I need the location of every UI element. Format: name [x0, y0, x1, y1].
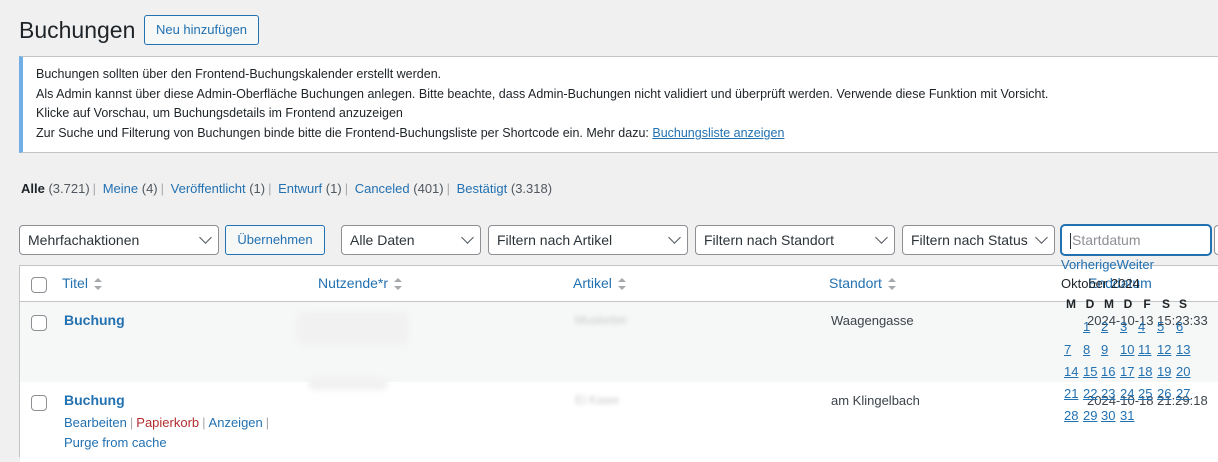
view-link[interactable]: Anzeigen — [209, 415, 263, 430]
datepicker-day[interactable]: 16 — [1101, 364, 1115, 379]
sort-location[interactable]: Standort — [829, 274, 896, 292]
add-new-button[interactable]: Neu hinzufügen — [144, 15, 259, 45]
sort-icon — [887, 278, 896, 291]
datepicker-prev[interactable]: Vorherige — [1061, 257, 1117, 272]
info-notice: Buchungen sollten über den Frontend-Buch… — [19, 56, 1218, 153]
edit-link[interactable]: Bearbeiten — [64, 415, 127, 430]
weekday-header: M — [1066, 297, 1076, 311]
datepicker-month: Oktober 2024 — [1061, 276, 1140, 291]
view-confirmed[interactable]: Bestätigt — [457, 181, 508, 196]
row-location: am Klingelbach — [831, 393, 920, 408]
datepicker-day[interactable]: 29 — [1083, 408, 1097, 423]
notice-line-1: Buchungen sollten über den Frontend-Buch… — [36, 67, 442, 81]
datepicker-day[interactable]: 9 — [1101, 342, 1108, 357]
chevron-down-icon — [668, 231, 681, 244]
weekday-header: S — [1178, 297, 1187, 311]
sort-item[interactable]: Artikel — [573, 274, 626, 292]
datepicker-day[interactable]: 24 — [1120, 386, 1134, 401]
datepicker-next[interactable]: Weiter — [1117, 257, 1154, 272]
sort-icon — [93, 278, 102, 291]
row-location: Waagengasse — [831, 313, 914, 328]
bookings-table: Titel Nutzende*r Artikel Standort Enddat… — [19, 265, 1218, 462]
row-checkbox[interactable] — [31, 395, 47, 411]
chevron-down-icon — [199, 231, 212, 244]
datepicker-day[interactable]: 20 — [1176, 364, 1190, 379]
datepicker-day[interactable]: 19 — [1157, 364, 1171, 379]
datepicker-day[interactable]: 21 — [1064, 386, 1078, 401]
notice-line-3: Klicke auf Vorschau, um Buchungsdetails … — [36, 106, 403, 120]
redacted-user — [308, 378, 388, 390]
datepicker-day[interactable]: 10 — [1120, 342, 1134, 357]
view-draft[interactable]: Entwurf — [278, 181, 322, 196]
datepicker-day[interactable]: 1 — [1083, 319, 1090, 334]
datepicker-day[interactable]: 13 — [1176, 342, 1190, 357]
sort-title[interactable]: Titel — [62, 274, 102, 292]
datepicker-day[interactable]: 14 — [1064, 364, 1078, 379]
notice-line-4: Zur Suche und Filterung von Buchungen bi… — [36, 126, 785, 140]
item-filter-select[interactable]: Filtern nach Artikel — [488, 225, 688, 255]
table-row: Buchung El Kawe am Klingelbach 2024-10-1… — [20, 378, 1218, 462]
view-filters: Alle (3.721) | Meine (4) | Veröffentlicht … — [21, 181, 553, 196]
datepicker-day[interactable]: 23 — [1101, 386, 1115, 401]
datepicker-nav: VorherigeWeiter — [1061, 257, 1154, 272]
datepicker-day[interactable]: 22 — [1083, 386, 1097, 401]
view-canceled[interactable]: Canceled — [355, 181, 410, 196]
start-date-input[interactable]: Startdatum — [1061, 225, 1211, 255]
datepicker-day[interactable]: 15 — [1083, 364, 1097, 379]
redacted-user — [298, 312, 408, 346]
page-title: Buchungen — [19, 17, 136, 43]
weekday-header: D — [1085, 297, 1095, 311]
table-header: Titel Nutzende*r Artikel Standort Enddat… — [20, 266, 1218, 302]
datepicker-day[interactable]: 11 — [1138, 342, 1152, 357]
bulk-actions-select[interactable]: Mehrfachaktionen — [19, 225, 219, 255]
row-title-link[interactable]: Buchung — [64, 312, 125, 328]
location-filter-select[interactable]: Filtern nach Standort — [695, 225, 895, 255]
sort-icon — [394, 278, 403, 291]
datepicker-day[interactable]: 17 — [1120, 364, 1134, 379]
sort-user[interactable]: Nutzende*r — [318, 274, 403, 292]
datepicker-day[interactable]: 26 — [1157, 386, 1171, 401]
select-all-checkbox[interactable] — [31, 277, 47, 293]
notice-line-2: Als Admin kannst über diese Admin-Oberfl… — [36, 87, 1049, 101]
chevron-down-icon — [461, 231, 474, 244]
row-title-link[interactable]: Buchung — [64, 392, 125, 408]
row-checkbox[interactable] — [31, 315, 47, 331]
datepicker-day[interactable]: 12 — [1157, 342, 1171, 357]
datepicker-day[interactable]: 4 — [1138, 319, 1145, 334]
weekday-header: S — [1161, 297, 1170, 311]
row-item: El Kawe — [575, 393, 620, 407]
sort-icon — [617, 278, 626, 291]
booking-list-link[interactable]: Buchungsliste anzeigen — [652, 126, 784, 140]
view-mine[interactable]: Meine — [103, 181, 138, 196]
trash-link[interactable]: Papierkorb — [136, 415, 199, 430]
purge-cache-link[interactable]: Purge from cache — [64, 433, 167, 453]
view-all[interactable]: Alle — [21, 181, 45, 196]
datepicker-day[interactable]: 18 — [1138, 364, 1152, 379]
datepicker-day[interactable]: 3 — [1120, 319, 1127, 334]
datepicker-day[interactable]: 8 — [1083, 342, 1090, 357]
table-row: Buchung Musketier Waagengasse 2024-10-13… — [20, 302, 1218, 382]
weekday-header: M — [1104, 297, 1114, 311]
end-date-input[interactable] — [1214, 225, 1218, 255]
datepicker-day[interactable]: 28 — [1064, 408, 1078, 423]
datepicker-day[interactable]: 6 — [1176, 319, 1183, 334]
apply-button[interactable]: Übernehmen — [225, 225, 325, 255]
datepicker-day[interactable]: 25 — [1138, 386, 1152, 401]
datepicker-day[interactable]: 27 — [1176, 386, 1190, 401]
datepicker-day[interactable]: 31 — [1120, 408, 1134, 423]
datepicker-day[interactable]: 2 — [1101, 319, 1108, 334]
row-actions: Bearbeiten | Papierkorb | Anzeigen | — [64, 415, 270, 430]
view-published[interactable]: Veröffentlicht — [171, 181, 246, 196]
chevron-down-icon — [1035, 231, 1048, 244]
datepicker-day[interactable]: 7 — [1064, 342, 1071, 357]
datepicker-day[interactable]: 30 — [1101, 408, 1115, 423]
weekday-header: F — [1143, 297, 1151, 311]
weekday-header: D — [1123, 297, 1133, 311]
date-filter-select[interactable]: Alle Daten — [341, 225, 481, 255]
row-item: Musketier — [575, 313, 628, 327]
chevron-down-icon — [875, 231, 888, 244]
status-filter-select[interactable]: Filtern nach Status — [902, 225, 1055, 255]
datepicker-day[interactable]: 5 — [1157, 319, 1164, 334]
